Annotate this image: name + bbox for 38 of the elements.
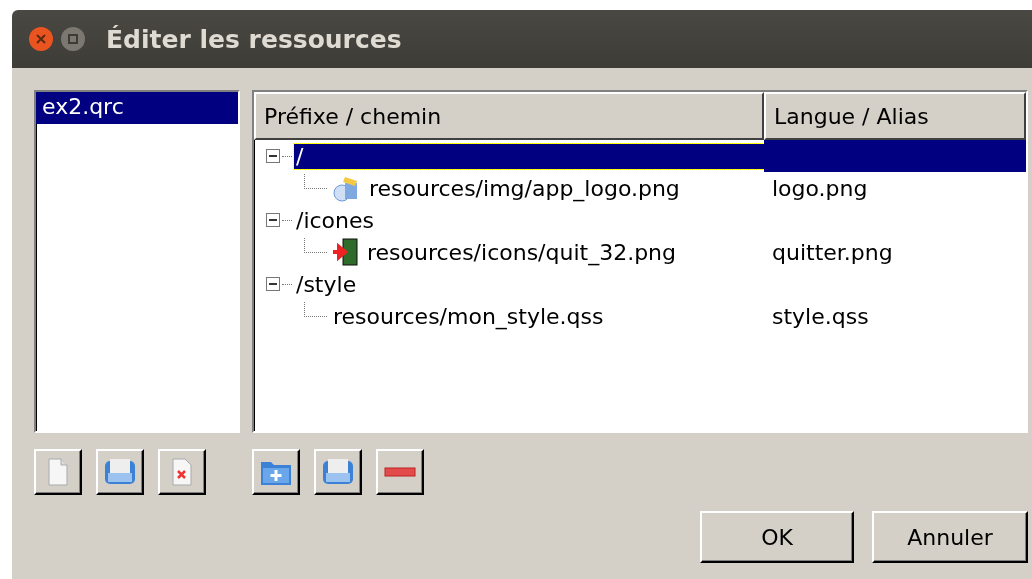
delete-file-button[interactable] xyxy=(158,449,206,495)
alias-label: style.qss xyxy=(772,303,869,329)
collapse-icon[interactable] xyxy=(266,213,280,227)
add-prefix-button[interactable] xyxy=(252,449,300,495)
resource-path: resources/icons/quit_32.png xyxy=(366,239,678,265)
resource-path: resources/mon_style.qss xyxy=(332,303,605,329)
tree-row[interactable]: /style xyxy=(254,268,1026,300)
column-header[interactable]: Préfixe / chemin xyxy=(254,92,764,140)
save-button[interactable] xyxy=(96,449,144,495)
remove-button[interactable] xyxy=(376,449,424,495)
tree-row[interactable]: resources/icons/quit_32.png quitter.png xyxy=(254,236,1026,268)
exit-door-icon xyxy=(331,237,359,267)
resource-path: resources/img/app_logo.png xyxy=(368,175,681,201)
blank-page-icon xyxy=(47,458,69,486)
save-icon xyxy=(322,458,354,486)
minus-icon xyxy=(384,466,416,478)
ok-button[interactable]: OK xyxy=(700,511,854,563)
cancel-button[interactable]: Annuler xyxy=(872,511,1028,563)
tree-row[interactable]: /icones xyxy=(254,204,1026,236)
maximize-icon[interactable] xyxy=(60,26,86,52)
collapse-icon[interactable] xyxy=(266,149,280,163)
prefix-label: /style xyxy=(295,271,358,297)
tree-row[interactable]: resources/img/app_logo.png logo.png xyxy=(254,172,1026,204)
new-file-button[interactable] xyxy=(34,449,82,495)
alias-label: quitter.png xyxy=(772,239,893,265)
tree-row[interactable]: / xyxy=(254,140,1026,172)
tree-row[interactable]: resources/mon_style.qss style.qss xyxy=(254,300,1026,332)
column-header[interactable]: Langue / Alias xyxy=(764,92,1026,140)
page-with-x-icon xyxy=(171,458,193,486)
save-icon xyxy=(104,458,136,486)
prefix-label: / xyxy=(294,143,764,169)
collapse-icon[interactable] xyxy=(266,277,280,291)
close-icon[interactable] xyxy=(28,26,54,52)
prefix-label: /icones xyxy=(295,207,376,233)
save-button[interactable] xyxy=(314,449,362,495)
window-title: Éditer les ressources xyxy=(106,24,402,54)
file-list-item[interactable]: ex2.qrc xyxy=(36,92,238,124)
alias-label: logo.png xyxy=(772,175,868,201)
